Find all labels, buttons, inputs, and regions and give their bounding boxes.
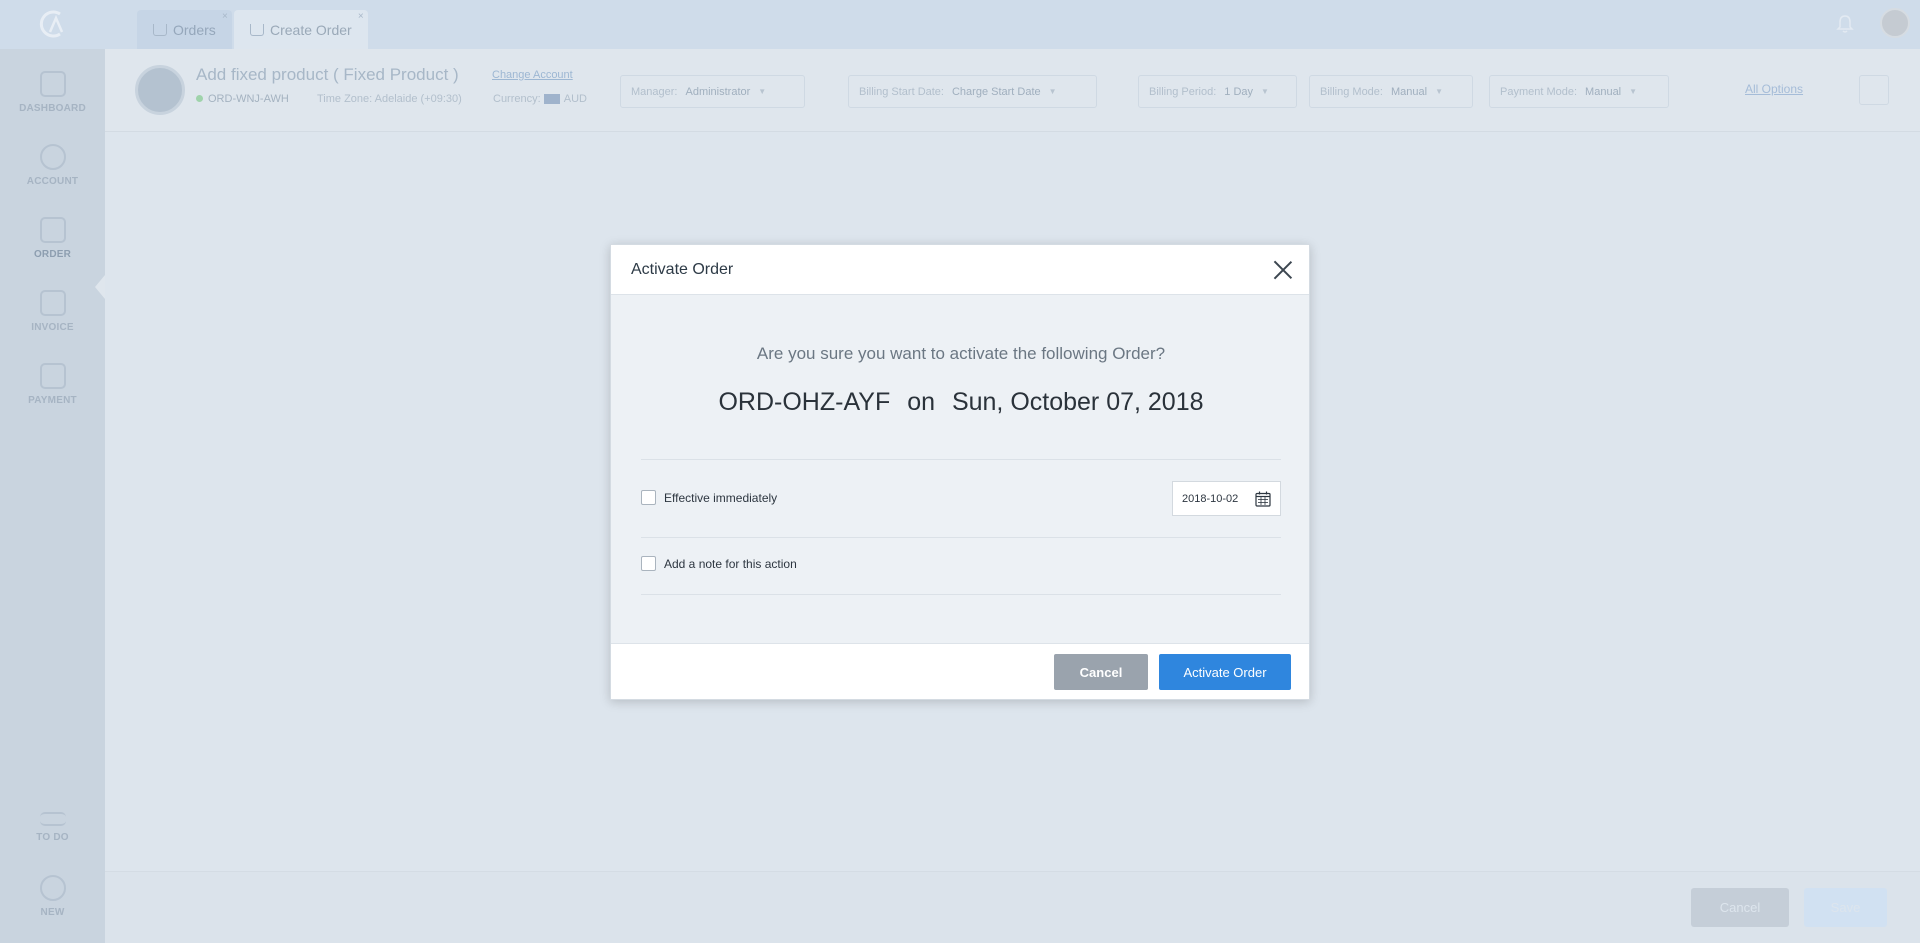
- all-options-link[interactable]: All Options: [1745, 82, 1803, 96]
- active-indicator: [95, 275, 105, 299]
- divider: [641, 594, 1281, 595]
- confirm-question: Are you sure you want to activate the fo…: [756, 344, 1166, 363]
- order-id: ORD-WNJ-AWH: [196, 93, 289, 105]
- calendar-icon[interactable]: [1255, 491, 1271, 507]
- user-avatar[interactable]: [1880, 8, 1910, 38]
- sidebar-item-account[interactable]: ACCOUNT: [0, 144, 105, 187]
- list-icon: [39, 812, 66, 826]
- bell-icon[interactable]: [1836, 14, 1854, 34]
- sidebar-item-label: ACCOUNT: [26, 176, 79, 187]
- cart-icon: [153, 23, 167, 36]
- payment-icon: [39, 363, 66, 389]
- effective-immediately-row[interactable]: Effective immediately: [641, 490, 777, 505]
- billing-mode-label: Billing Mode:: [1320, 85, 1383, 98]
- chevron-down-icon: ▼: [1629, 87, 1638, 96]
- dialog-title: Activate Order: [631, 260, 734, 278]
- app: Orders × Create Order × DASHBOARD ACCOUN…: [0, 0, 1920, 943]
- manager-value: Administrator: [685, 85, 751, 98]
- user-icon: [39, 144, 66, 170]
- tab-create-order-label: Create Order: [270, 21, 352, 38]
- payment-mode-label: Payment Mode:: [1500, 85, 1578, 98]
- sidebar: DASHBOARD ACCOUNT ORDER INVOICE PAYMENT …: [0, 49, 105, 943]
- chevron-down-icon: ▼: [1435, 87, 1443, 96]
- sidebar-item-label: INVOICE: [31, 322, 74, 333]
- tab-orders[interactable]: Orders ×: [137, 10, 232, 49]
- add-note-label: Add a note for this action: [664, 556, 797, 571]
- dialog-header: Activate Order: [611, 245, 1309, 295]
- status-dot: [196, 95, 203, 102]
- close-icon[interactable]: ×: [358, 11, 364, 22]
- footer-cancel-button[interactable]: Cancel: [1691, 888, 1789, 927]
- sidebar-item-label: TO DO: [36, 832, 69, 843]
- tab-orders-label: Orders: [173, 21, 216, 38]
- sidebar-item-new[interactable]: NEW: [0, 875, 105, 918]
- product-avatar: [135, 65, 185, 115]
- sidebar-item-label: PAYMENT: [28, 395, 77, 406]
- currency-text: Currency: AUD: [493, 93, 587, 105]
- order-summary: ORD-OHZ-AYF on Sun, October 07, 2018: [611, 388, 1311, 417]
- order-id: ORD-OHZ-AYF: [718, 388, 891, 416]
- payment-mode-value: Manual: [1585, 85, 1622, 98]
- page-title: Add fixed product ( Fixed Product ): [196, 65, 459, 84]
- currency-value: AUD: [563, 93, 587, 105]
- page-footer: [105, 871, 1920, 943]
- billing-period-select[interactable]: Billing Period: 1 Day ▼: [1138, 75, 1297, 108]
- cart-icon: [250, 23, 264, 36]
- sidebar-item-label: DASHBOARD: [19, 103, 86, 114]
- divider: [641, 537, 1281, 538]
- billing-start-select[interactable]: Billing Start Date: Charge Start Date ▼: [848, 75, 1097, 108]
- effective-immediately-checkbox[interactable]: [641, 490, 656, 505]
- order-header: Add fixed product ( Fixed Product ) Chan…: [105, 49, 1920, 132]
- change-account-link[interactable]: Change Account: [492, 69, 573, 81]
- activate-order-dialog: Activate Order Are you sure you want to …: [610, 244, 1310, 700]
- date-input[interactable]: 2018-10-02: [1172, 481, 1281, 516]
- timezone-text: Time Zone: Adelaide (+09:30): [317, 93, 462, 105]
- billing-period-label: Billing Period:: [1149, 85, 1217, 98]
- billing-period-value: 1 Day: [1224, 85, 1254, 98]
- date-value: 2018-10-02: [1182, 492, 1239, 505]
- manager-label: Manager:: [631, 85, 678, 98]
- close-icon[interactable]: [1273, 260, 1293, 280]
- on-label: on: [907, 388, 935, 416]
- add-note-row[interactable]: Add a note for this action: [641, 556, 797, 571]
- effective-immediately-label: Effective immediately: [664, 490, 778, 505]
- logo-icon[interactable]: [34, 6, 70, 42]
- sidebar-item-dashboard[interactable]: DASHBOARD: [0, 71, 105, 114]
- activate-order-button[interactable]: Activate Order: [1159, 654, 1291, 690]
- cancel-button[interactable]: Cancel: [1054, 654, 1148, 690]
- divider: [641, 459, 1281, 460]
- chevron-down-icon: ▼: [758, 87, 767, 96]
- billing-start-label: Billing Start Date:: [859, 85, 944, 98]
- chevron-down-icon: ▼: [1261, 87, 1269, 96]
- currency-label: Currency:: [493, 93, 541, 105]
- cart-icon: [39, 217, 66, 243]
- sidebar-item-label: NEW: [40, 907, 65, 918]
- order-id-text: ORD-WNJ-AWH: [208, 93, 289, 105]
- chevron-down-icon: ▼: [1048, 87, 1057, 96]
- billing-mode-value: Manual: [1390, 85, 1428, 98]
- sidebar-item-label: ORDER: [33, 249, 72, 260]
- sidebar-item-invoice[interactable]: INVOICE: [0, 290, 105, 333]
- top-bar: Orders × Create Order ×: [0, 0, 1920, 49]
- manager-select[interactable]: Manager: Administrator ▼: [620, 75, 805, 108]
- billing-start-value: Charge Start Date: [951, 85, 1041, 98]
- invoice-icon: [39, 290, 66, 316]
- footer-save-button[interactable]: Save: [1804, 888, 1887, 927]
- sidebar-item-todo[interactable]: TO DO: [0, 812, 105, 843]
- close-icon[interactable]: ×: [222, 11, 228, 22]
- add-note-checkbox[interactable]: [641, 556, 656, 571]
- flag-icon: [543, 94, 560, 105]
- gear-icon[interactable]: [1859, 75, 1889, 105]
- payment-mode-select[interactable]: Payment Mode: Manual ▼: [1489, 75, 1669, 108]
- tab-create-order[interactable]: Create Order ×: [234, 10, 368, 49]
- sidebar-item-order[interactable]: ORDER: [0, 217, 105, 260]
- sidebar-item-payment[interactable]: PAYMENT: [0, 363, 105, 406]
- plus-icon: [39, 875, 66, 901]
- billing-mode-select[interactable]: Billing Mode: Manual ▼: [1309, 75, 1473, 108]
- home-icon: [39, 71, 66, 97]
- dialog-footer: Cancel Activate Order: [611, 643, 1309, 699]
- activation-date: Sun, October 07, 2018: [951, 388, 1204, 416]
